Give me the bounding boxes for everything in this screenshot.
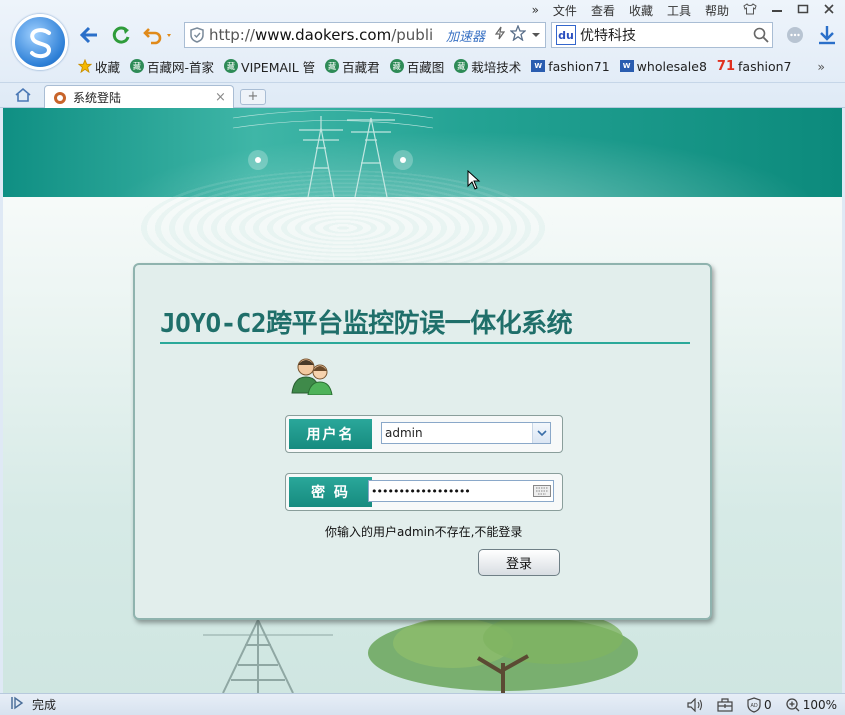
site-favicon-icon: 藏	[325, 59, 340, 73]
skin-shirt-icon[interactable]	[743, 2, 757, 18]
username-field: 用户名 admin	[285, 415, 563, 453]
lightning-icon[interactable]	[491, 26, 509, 44]
status-bar: 完成 AD 0 100%	[0, 693, 845, 715]
download-icon[interactable]	[818, 25, 836, 48]
error-message: 你输入的用户admin不存在,不能登录	[325, 525, 523, 539]
maximize-icon[interactable]	[797, 3, 809, 18]
password-value[interactable]: ••••••••••••••••••	[369, 485, 531, 498]
site-favicon-icon: W	[531, 60, 546, 72]
password-input[interactable]: ••••••••••••••••••	[368, 480, 554, 502]
adblock-shield-icon: AD	[747, 696, 761, 713]
site-favicon-icon: W	[619, 60, 634, 72]
keyboard-icon[interactable]	[531, 485, 553, 497]
url-text[interactable]: http://www.daokers.com/publi	[209, 26, 446, 44]
username-value[interactable]: admin	[382, 426, 532, 440]
bookmark-item[interactable]: 藏栽培技术	[454, 57, 521, 76]
security-shield-icon[interactable]	[185, 27, 209, 43]
menu-tools[interactable]: 工具	[667, 2, 691, 19]
baidu-paw-icon[interactable]: du	[556, 25, 576, 45]
close-window-icon[interactable]	[823, 3, 835, 18]
login-panel: JOYO-C2跨平台监控防误一体化系统 用户名 admin 密 码 ••••••…	[133, 263, 712, 620]
search-input[interactable]: 优特科技	[580, 25, 750, 45]
chat-bubble-icon[interactable]	[786, 26, 804, 47]
sidebar-toggle-icon[interactable]	[10, 696, 24, 713]
back-arrow-icon[interactable]	[78, 24, 100, 46]
bookmark-item[interactable]: 藏百藏网-首家	[130, 57, 214, 76]
new-tab-button[interactable]: +	[240, 89, 266, 105]
site-favicon-icon: 藏	[130, 59, 145, 73]
username-select[interactable]: admin	[381, 422, 551, 444]
bookmark-item[interactable]: 藏 VIPEMAIL 管	[224, 57, 315, 76]
bookmarks-bar: 收藏 藏百藏网-首家 藏 VIPEMAIL 管 藏百藏君 藏百藏图 藏栽培技术 W…	[78, 56, 825, 76]
toolbox-icon[interactable]	[717, 697, 733, 712]
address-dropdown-icon[interactable]	[527, 27, 545, 43]
bookmarks-overflow-icon[interactable]: »	[817, 59, 825, 74]
sogou-browser-logo-icon[interactable]	[12, 14, 68, 70]
volume-icon[interactable]	[687, 697, 703, 712]
mouse-cursor-icon	[467, 170, 481, 190]
system-title: JOYO-C2跨平台监控防误一体化系统	[160, 303, 690, 344]
bookmark-item[interactable]: 71 fashion7	[717, 59, 792, 74]
svg-text:AD: AD	[751, 703, 758, 709]
status-text: 完成	[32, 698, 57, 712]
favorites-star-icon	[78, 59, 92, 73]
menu-favorites[interactable]: 收藏	[629, 2, 653, 19]
refresh-icon[interactable]	[110, 24, 132, 46]
tree-decoration-icon	[368, 612, 638, 693]
star-bookmark-icon[interactable]	[509, 24, 527, 45]
page-content: JOYO-C2跨平台监控防误一体化系统 用户名 admin 密 码 ••••••…	[3, 108, 842, 693]
zoom-indicator[interactable]: 100%	[786, 698, 837, 712]
zoom-in-icon	[786, 697, 800, 711]
search-magnifier-icon[interactable]	[750, 27, 772, 43]
password-field: 密 码 ••••••••••••••••••	[285, 473, 563, 511]
site-favicon-icon: 藏	[454, 59, 469, 73]
bookmark-item[interactable]: 藏百藏图	[389, 57, 444, 76]
bookmark-favorites[interactable]: 收藏	[78, 57, 120, 76]
menu-view[interactable]: 查看	[591, 2, 615, 19]
browser-chrome: » 文件 查看 收藏 工具 帮助 http://www.daokers.com/…	[0, 0, 845, 109]
minimize-icon[interactable]	[771, 3, 783, 18]
adblock-indicator[interactable]: AD 0	[747, 696, 772, 713]
menu-overflow-icon[interactable]: »	[532, 3, 539, 17]
tab-bar: 系统登陆 × +	[0, 82, 845, 109]
home-icon[interactable]	[14, 87, 32, 106]
tab-close-icon[interactable]: ×	[215, 90, 233, 105]
bookmark-item[interactable]: Wfashion71	[531, 59, 610, 74]
login-button[interactable]: 登录	[478, 549, 560, 576]
search-box[interactable]: du 优特科技	[551, 22, 773, 48]
site-favicon-icon: 藏	[224, 59, 239, 73]
chevron-down-icon[interactable]	[532, 423, 550, 443]
menu-file[interactable]: 文件	[553, 2, 577, 19]
users-icon	[291, 358, 333, 395]
bookmark-item[interactable]: Wwholesale8	[619, 59, 707, 74]
bookmark-item[interactable]: 藏百藏君	[325, 57, 380, 76]
tab-system-login[interactable]: 系统登陆 ×	[44, 85, 234, 109]
page-favicon-icon	[54, 91, 66, 104]
tab-title: 系统登陆	[73, 91, 122, 105]
password-label: 密 码	[289, 477, 372, 507]
site-favicon-icon: 藏	[389, 59, 404, 73]
power-pylon-decoration-icon	[203, 620, 333, 693]
menu-help[interactable]: 帮助	[705, 2, 729, 19]
address-bar[interactable]: http://www.daokers.com/publi 加速器	[184, 22, 546, 48]
menu-bar: » 文件 查看 收藏 工具 帮助	[532, 2, 835, 18]
username-label: 用户名	[289, 419, 372, 449]
site-favicon-icon: 71	[716, 58, 736, 74]
undo-dropdown-icon[interactable]	[142, 24, 176, 46]
accelerator-link[interactable]: 加速器	[446, 26, 485, 45]
